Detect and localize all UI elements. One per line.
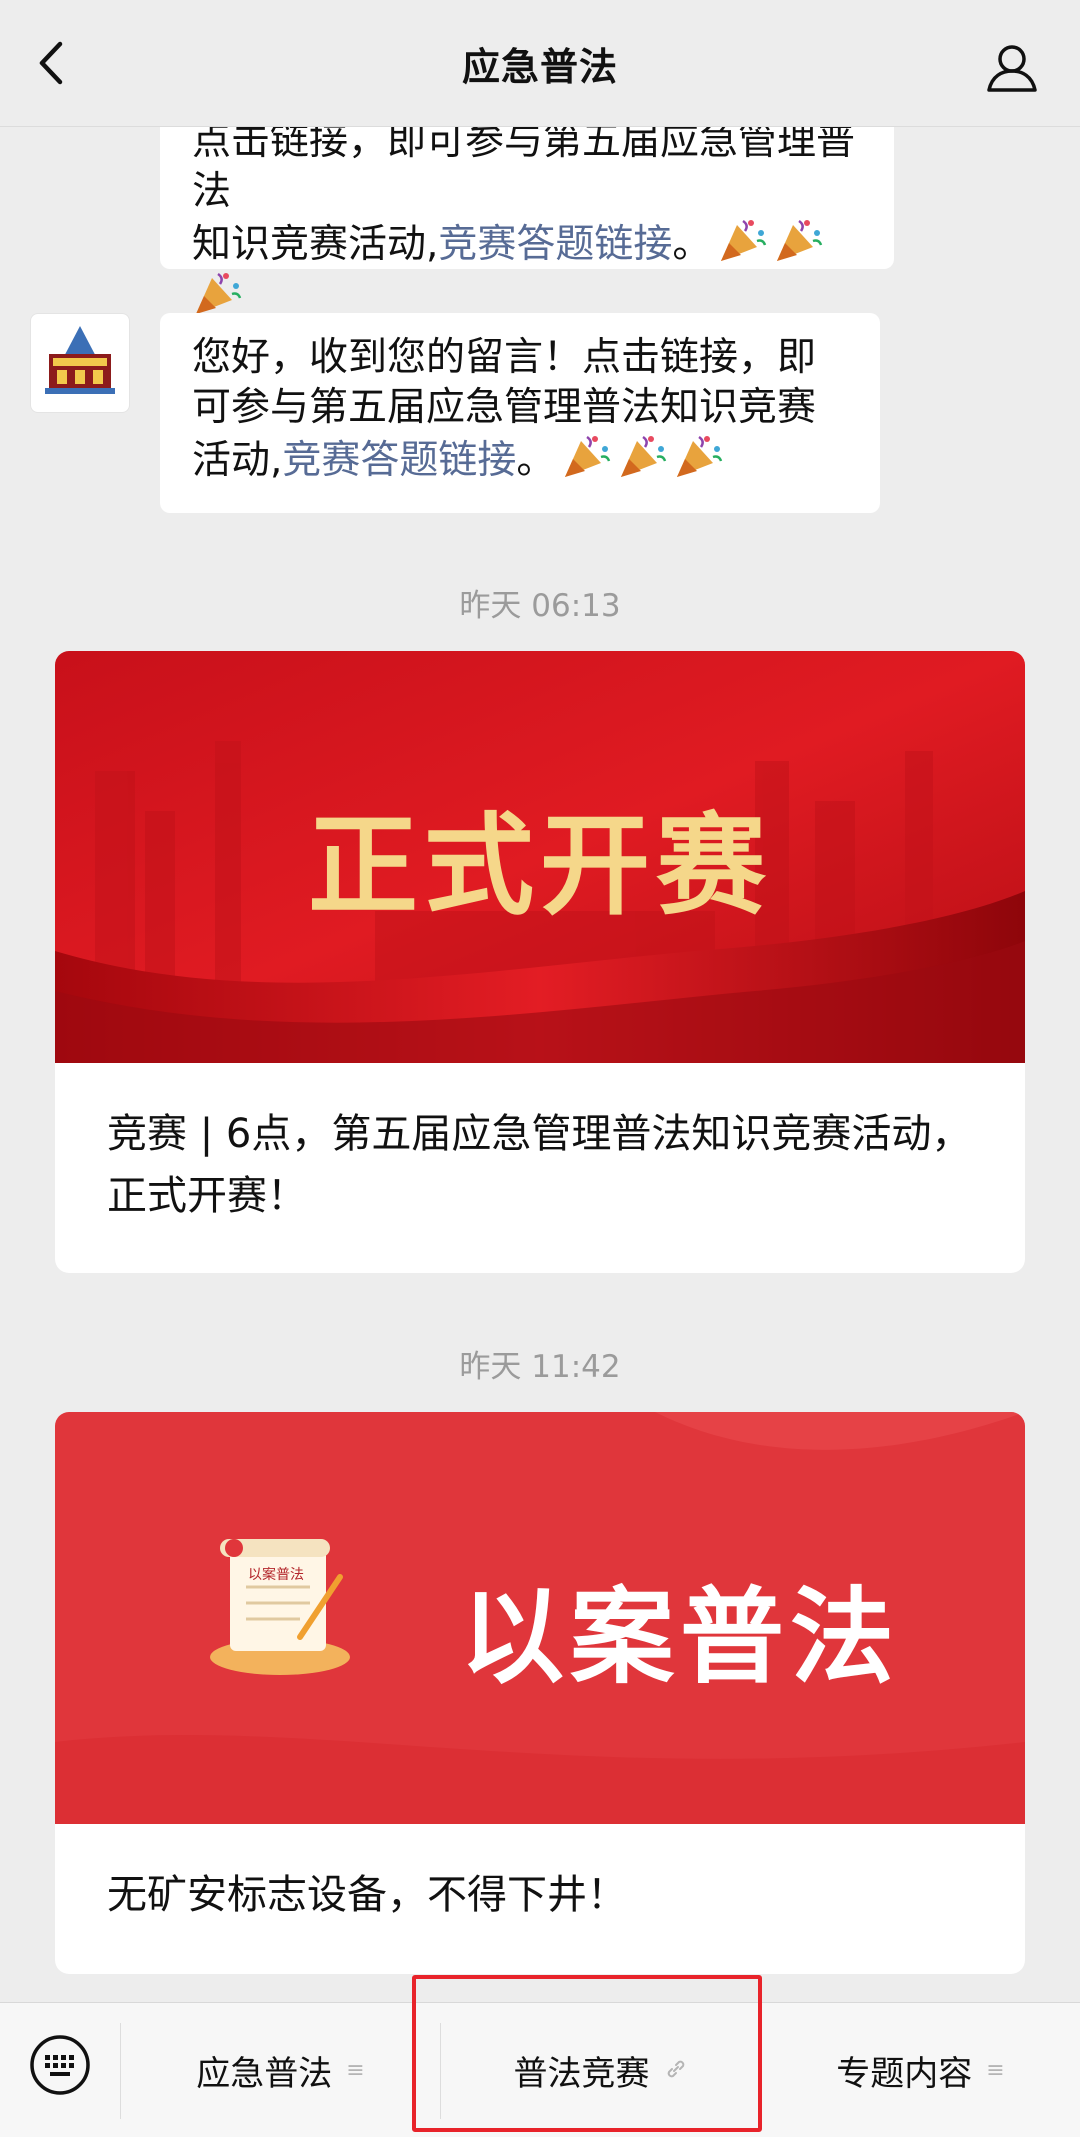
menu-item-label: 应急普法	[196, 2053, 333, 2094]
page-title: 应急普法	[461, 44, 618, 89]
timestamp: 昨天 11:42	[459, 1349, 621, 1385]
keyboard-toggle-button[interactable]	[28, 2033, 92, 2097]
menu-icon: ≡	[346, 2057, 365, 2083]
article-card[interactable]: 以案普法 以案普法 无矿安标志设备，不得下井！	[55, 1412, 1025, 1974]
party-popper-icon	[677, 435, 723, 477]
contest-link[interactable]: 竞赛答题链接	[438, 222, 672, 267]
chat-area[interactable]: 点击链接，即可参与第五届应急管理普法 知识竞赛活动,竞赛答题链接。 您好，收到您…	[0, 127, 1080, 2002]
timestamp: 昨天 06:13	[459, 588, 621, 624]
chevron-left-icon	[39, 41, 63, 85]
party-popper-icon	[777, 219, 823, 261]
message-text: 知识竞赛活动,	[192, 222, 439, 267]
highlight-box	[412, 1975, 762, 2132]
article-title: 竞赛 | 6点，第五届应急管理普法知识竞赛活动，正式开赛！	[107, 1111, 972, 1219]
account-logo-icon	[45, 326, 115, 394]
party-popper-icon	[565, 435, 611, 477]
message-partial-line: 点击链接，即可参与第五届应急管理普法	[192, 127, 856, 214]
article-banner: 正式开赛	[55, 651, 1025, 1063]
article-banner: 以案普法 以案普法	[55, 1412, 1025, 1824]
article-title: 无矿安标志设备，不得下井！	[107, 1872, 627, 1918]
user-icon	[987, 45, 1037, 92]
message-bubble: 点击链接，即可参与第五届应急管理普法 知识竞赛活动,竞赛答题链接。	[160, 127, 894, 314]
keyboard-icon	[30, 2035, 90, 2095]
message-bubble: 您好，收到您的留言！点击链接，即可参与第五届应急管理普法知识竞赛活动,竞赛答题链…	[160, 313, 880, 513]
contest-link[interactable]: 竞赛答题链接	[282, 438, 516, 483]
article-card[interactable]: 正式开赛 竞赛 | 6点，第五届应急管理普法知识竞赛活动，正式开赛！	[55, 651, 1025, 1273]
avatar[interactable]	[30, 313, 130, 413]
banner-title: 正式开赛	[308, 801, 772, 930]
party-popper-icon	[621, 435, 667, 477]
nav-header: 应急普法	[0, 0, 1080, 127]
banner-title: 以案普法	[459, 1575, 900, 1698]
party-popper-icon	[196, 272, 242, 314]
menu-item-emergency-law[interactable]: 应急普法 ≡	[121, 2003, 440, 2137]
back-button[interactable]	[30, 38, 80, 88]
profile-button[interactable]	[984, 40, 1040, 96]
menu-item-label: 专题内容	[836, 2053, 973, 2094]
menu-item-special-topics[interactable]: 专题内容 ≡	[761, 2003, 1080, 2137]
party-popper-icon	[721, 219, 767, 261]
menu-icon: ≡	[986, 2057, 1005, 2083]
